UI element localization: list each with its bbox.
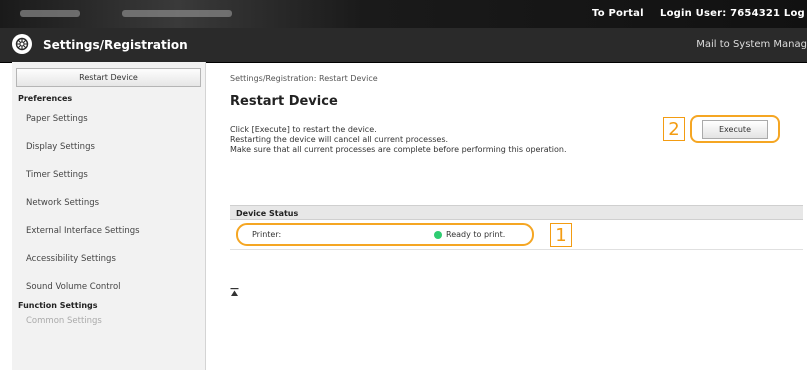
mail-to-system-manager-link[interactable]: Mail to System Manag [696,39,807,50]
callout-number-1: 1 [550,223,572,247]
sidebar-section-function-settings: Function Settings [18,301,98,310]
sidebar-fade [12,344,205,370]
status-ready-icon [434,231,442,239]
blurred-text [122,10,232,17]
description-line: Make sure that all current processes are… [230,145,567,154]
sidebar: Restart Device Preferences Paper Setting… [12,62,206,370]
sidebar-item-timer-settings[interactable]: Timer Settings [12,161,205,189]
sidebar-item-common-settings[interactable]: Common Settings [12,310,205,332]
sidebar-item-display-settings[interactable]: Display Settings [12,133,205,161]
sidebar-item-sound-volume-control[interactable]: Sound Volume Control [12,273,205,301]
divider [230,249,803,250]
callout-number-2: 2 [663,117,685,141]
app-header: Settings/Registration Mail to System Man… [0,28,807,63]
top-bar: To Portal Login User: 7654321 Log O [0,0,807,28]
printer-status-value: Ready to print. [446,230,506,239]
description: Click [Execute] to restart the device. R… [230,125,567,155]
app-title: Settings/Registration [43,38,188,52]
printer-status-highlight: Printer: Ready to print. [236,223,534,246]
printer-status-label: Printer: [252,230,282,239]
execute-highlight: Execute [690,115,780,143]
execute-button[interactable]: Execute [702,120,768,139]
login-user-info[interactable]: Login User: 7654321 Log O [660,8,807,19]
sidebar-item-accessibility-settings[interactable]: Accessibility Settings [12,245,205,273]
to-portal-link[interactable]: To Portal [592,8,644,19]
breadcrumb: Settings/Registration: Restart Device [230,74,378,83]
scroll-to-top-icon[interactable] [230,288,239,297]
page-title: Restart Device [230,94,338,109]
sidebar-item-paper-settings[interactable]: Paper Settings [12,105,205,133]
description-line: Click [Execute] to restart the device. [230,125,377,134]
sidebar-item-external-interface-settings[interactable]: External Interface Settings [12,217,205,245]
settings-logo-icon [12,34,32,54]
description-line: Restarting the device will cancel all cu… [230,135,449,144]
main-content: Settings/Registration: Restart Device Re… [220,62,807,370]
sidebar-section-preferences: Preferences [18,94,73,103]
sidebar-item-network-settings[interactable]: Network Settings [12,189,205,217]
blurred-text [20,10,80,17]
device-status-header: Device Status [230,205,803,220]
restart-device-button[interactable]: Restart Device [16,68,201,87]
